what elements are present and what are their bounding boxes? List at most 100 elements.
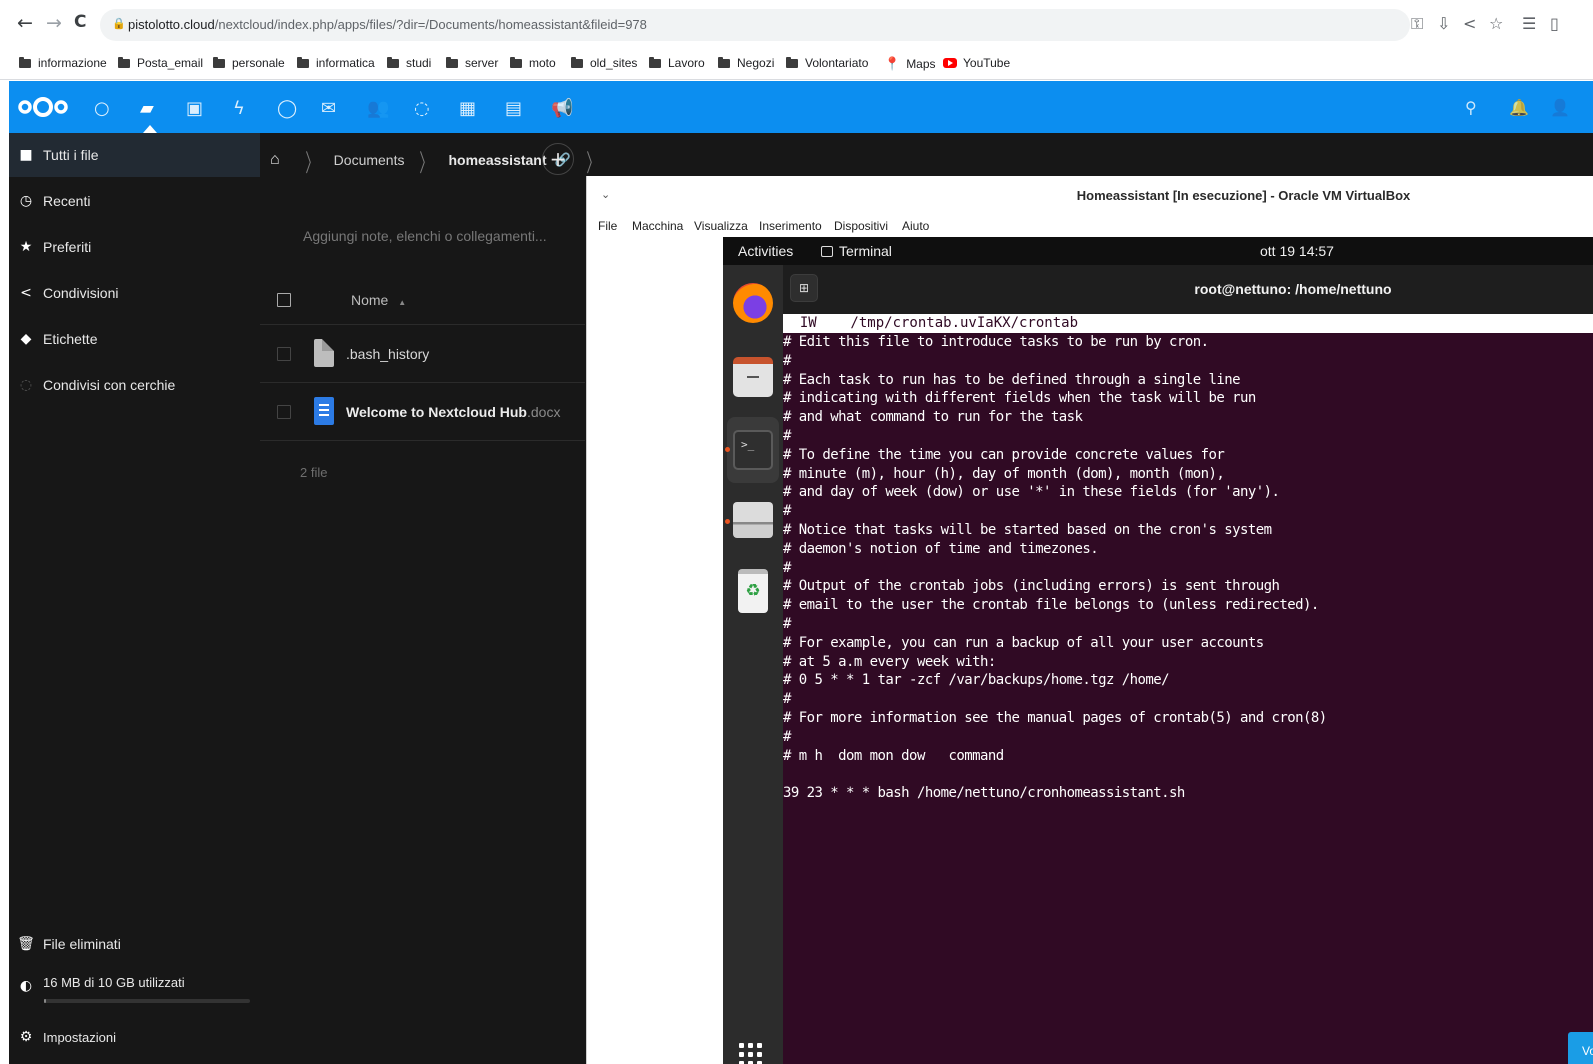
bookmark-old-sites[interactable]: old_sites [571, 56, 637, 70]
bookmark-negozi[interactable]: Negozi [718, 56, 774, 70]
bookmark-studi[interactable]: studi [387, 56, 431, 70]
menu-file[interactable]: File [598, 219, 617, 233]
quota-bar [44, 999, 250, 1003]
bookmark-posta-email[interactable]: Posta_email [118, 56, 203, 70]
circles-icon[interactable]: ◌ [414, 98, 430, 119]
back-button[interactable]: ← [17, 12, 33, 34]
terminal-line: # [783, 427, 791, 444]
terminal-title: root@nettuno: /home/nettuno [1194, 281, 1392, 297]
activities-button[interactable]: Activities [738, 243, 793, 259]
breadcrumb-current[interactable]: homeassistant [448, 152, 546, 168]
terminal-line: # [783, 615, 791, 632]
bookmark-youtube[interactable]: YouTube [943, 56, 1010, 70]
mail-icon[interactable]: ✉ [321, 98, 336, 119]
side-panel-icon[interactable]: ▯ [1550, 14, 1559, 33]
reading-list-icon[interactable]: ☰ [1522, 14, 1536, 33]
activity-icon[interactable]: ϟ [233, 98, 245, 119]
breadcrumb-documents[interactable]: Documents [334, 152, 405, 168]
share-icon[interactable]: < [1463, 14, 1476, 33]
menu-view[interactable]: Visualizza [694, 219, 748, 233]
bookmark-lavoro[interactable]: Lavoro [649, 56, 705, 70]
dashboard-icon[interactable]: ○ [94, 98, 110, 119]
ubuntu-dock: >_ ♻ [723, 265, 783, 1064]
terminal-window[interactable]: ⊞ root@nettuno: /home/nettuno IW /tmp/cr… [783, 265, 1593, 1064]
menu-input[interactable]: Inserimento [759, 219, 822, 233]
sidebar-item-all-files[interactable]: ■ Tutti i file [9, 133, 260, 177]
address-bar[interactable]: 🔒 pistolotto.cloud/nextcloud/index.php/a… [100, 9, 1410, 41]
url-text[interactable]: pistolotto.cloud/nextcloud/index.php/app… [128, 17, 647, 32]
bookmark-personale[interactable]: personale [213, 56, 285, 70]
breadcrumb-separator: 〉 [586, 148, 600, 177]
terminal-line: # at 5 a.m every week with: [783, 653, 996, 670]
photos-icon[interactable]: ▣ [186, 98, 203, 119]
virtualbox-titlebar[interactable]: ⌄ Homeassistant [In esecuzione] - Oracle… [587, 176, 1593, 214]
folder-notes-input[interactable]: Aggiungi note, elenchi o collegamenti... [303, 228, 547, 244]
announcements-icon[interactable]: 📢 [551, 98, 573, 119]
menu-help[interactable]: Aiuto [902, 219, 929, 233]
terminal-small-icon [821, 246, 833, 257]
drive-icon[interactable] [733, 502, 773, 538]
clock[interactable]: ott 19 14:57 [1260, 243, 1334, 259]
sidebar-item-tags[interactable]: ◆ Etichette [9, 317, 260, 361]
circles-icon: ◌ [19, 377, 33, 393]
breadcrumb-separator: 〉 [419, 148, 434, 177]
install-icon[interactable]: ⇩ [1437, 14, 1450, 33]
show-applications-icon[interactable] [739, 1043, 769, 1064]
terminal-line: # and what command to run for the task [783, 409, 1083, 426]
app-menu-terminal[interactable]: Terminal [821, 243, 892, 259]
pie-chart-icon: ◐ [19, 978, 33, 994]
forward-button[interactable]: → [46, 12, 62, 34]
firefox-icon[interactable] [733, 283, 773, 323]
terminal-line: # Each task to run has to be defined thr… [783, 371, 1241, 388]
terminal-line: # indicating with different fields when … [783, 390, 1256, 407]
sidebar-item-circles[interactable]: ◌ Condivisi con cerchie [9, 363, 260, 407]
app-menu-label: Terminal [839, 243, 892, 259]
deck-icon[interactable]: ▤ [505, 98, 522, 119]
nextcloud-logo[interactable] [17, 95, 69, 119]
bookmark-informazione[interactable]: informazione [19, 56, 107, 70]
bookmark-informatica[interactable]: informatica [297, 56, 375, 70]
bookmark-server[interactable]: server [446, 56, 498, 70]
trash-icon[interactable]: ♻ [738, 569, 768, 613]
calendar-icon[interactable]: ▦ [459, 98, 476, 119]
bookmark-moto[interactable]: moto [510, 56, 556, 70]
select-all-checkbox[interactable] [277, 293, 291, 307]
bookmark-volontariato[interactable]: Volontariato [786, 56, 868, 70]
maps-pin-icon: 📍 [884, 56, 901, 71]
sidebar-item-favorites[interactable]: ★ Preferiti [9, 225, 260, 269]
search-icon[interactable]: ⚲ [1465, 98, 1477, 117]
file-checkbox[interactable] [277, 347, 291, 361]
terminal-content[interactable]: # Edit this file to introduce tasks to b… [783, 333, 1593, 803]
reload-button[interactable]: C [74, 12, 86, 32]
contacts-icon[interactable]: 👥 [367, 98, 389, 119]
file-checkbox[interactable] [277, 405, 291, 419]
new-file-button[interactable]: + [542, 143, 574, 175]
sidebar-item-label: Condivisioni [43, 285, 119, 301]
lock-icon[interactable]: 🔒 [112, 17, 126, 30]
menu-devices[interactable]: Dispositivi [834, 219, 888, 233]
star-icon[interactable]: ☆ [1489, 14, 1503, 33]
sidebar-item-deleted-files[interactable]: 🗑 File eliminati [9, 922, 260, 966]
file-row[interactable]: .bash_history [260, 326, 585, 383]
file-row[interactable]: Welcome to Nextcloud Hub.docx [260, 384, 585, 441]
menu-machine[interactable]: Macchina [632, 219, 683, 233]
terminal-line: 39 23 * * * bash /home/nettuno/cronhomea… [783, 785, 1185, 802]
sidebar-item-shares[interactable]: < Condivisioni [9, 271, 260, 315]
bookmark-maps[interactable]: 📍 Maps [884, 56, 936, 72]
sidebar-item-settings[interactable]: ⚙ Impostazioni [9, 1015, 260, 1059]
guest-display[interactable]: Activities Terminal ott 19 14:57 >_ ♻ ⊞ … [723, 237, 1593, 1064]
file-name[interactable]: .bash_history [346, 346, 429, 362]
talk-icon[interactable]: ◯ [277, 98, 297, 119]
terminal-line: # m h dom mon dow command [783, 747, 1004, 764]
key-icon[interactable]: ⚿ [1411, 14, 1423, 34]
sidebar-quota[interactable]: ◐ 16 MB di 10 GB utilizzati [9, 967, 260, 1011]
sort-by-name[interactable]: Nome ▲ [351, 292, 406, 308]
terminal-icon[interactable]: >_ [733, 430, 773, 470]
file-name[interactable]: Welcome to Nextcloud Hub.docx [346, 404, 560, 420]
home-icon[interactable]: ⌂ [270, 151, 280, 169]
files-icon[interactable]: ▰ [140, 98, 154, 119]
contacts-menu-icon[interactable]: 👤 [1550, 98, 1570, 117]
notifications-icon[interactable]: 🔔 [1509, 98, 1529, 117]
files-app-icon[interactable] [733, 357, 773, 397]
sidebar-item-recent[interactable]: ◷ Recenti [9, 179, 260, 223]
